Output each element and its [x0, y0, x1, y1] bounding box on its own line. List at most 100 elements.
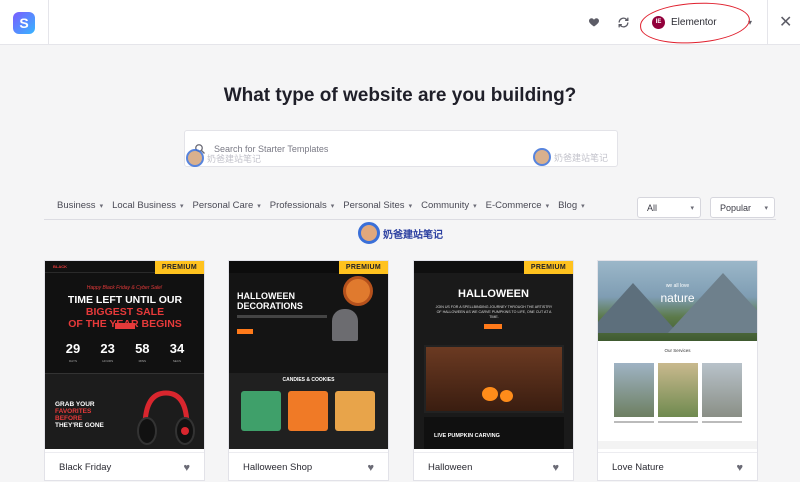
template-card-footer: Love Nature ♥: [598, 452, 757, 482]
preview-kicker: we all love: [665, 283, 690, 289]
watermark: 奶爸建站笔记: [533, 148, 608, 166]
watermark: 奶爸建站笔记: [186, 149, 261, 167]
chevron-down-icon: ▾: [473, 202, 477, 210]
preview-headline: HALLOWEEN DECORATIONS: [237, 291, 303, 311]
pumpkin-image: [500, 390, 513, 402]
preview-subtext: [237, 315, 327, 318]
preview-copy: JOIN US FOR A SPELLBINDING JOURNEY THROU…: [435, 305, 553, 319]
chevron-down-icon: ▾: [257, 202, 261, 210]
template-card-halloween[interactable]: HALLOWEEN JOIN US FOR A SPELLBINDING JOU…: [413, 260, 574, 481]
logo-container: S: [0, 0, 49, 45]
service-image: [702, 363, 742, 417]
preview-section-title: Our Services: [664, 348, 691, 353]
chevron-down-icon: ▾: [581, 202, 585, 210]
template-name: Black Friday: [59, 462, 112, 473]
category-label: Personal Sites: [343, 200, 405, 211]
template-card-footer: Halloween Shop ♥: [229, 452, 388, 482]
category-menu: Business ▾ Local Business ▾ Personal Care ▾…: [57, 200, 594, 211]
category-item[interactable]: Business ▾: [57, 200, 103, 211]
type-filter-select[interactable]: All ▾: [637, 197, 701, 218]
chevron-down-icon: ▾: [408, 202, 413, 210]
category-item[interactable]: E-Commerce ▾: [486, 200, 549, 211]
preview-live-text: LIVE PUMPKIN CARVING: [434, 433, 500, 439]
product-image: [241, 391, 281, 431]
watermark-text: 奶爸建站笔记: [383, 229, 443, 241]
chevron-down-icon: ▾: [99, 202, 104, 210]
heart-icon[interactable]: ♥: [736, 462, 743, 474]
heart-icon[interactable]: [585, 13, 603, 31]
template-name: Love Nature: [612, 462, 664, 473]
category-item[interactable]: Blog ▾: [558, 200, 585, 211]
watermark-text: 奶爸建站笔记: [554, 152, 609, 163]
chevron-down-icon: ▾: [690, 204, 694, 212]
heart-icon[interactable]: ♥: [552, 462, 559, 474]
template-preview[interactable]: BLACK Happy Black Friday & Cyber Sale! T…: [45, 261, 204, 449]
page-title: What type of website are you building?: [223, 85, 577, 106]
heart-icon[interactable]: ♥: [367, 462, 374, 474]
tombstone-image: [332, 309, 358, 341]
close-icon[interactable]: ✕: [779, 12, 792, 32]
type-filter-value: All: [647, 202, 658, 213]
starter-templates-logo[interactable]: S: [13, 11, 35, 34]
template-preview[interactable]: we all love nature Our Services: [598, 261, 757, 449]
top-bar: S IE Elementor ▾ ✕: [0, 0, 800, 46]
category-label: Business: [57, 200, 96, 211]
template-name: Halloween Shop: [243, 462, 313, 473]
heart-icon[interactable]: ♥: [183, 462, 190, 474]
category-item[interactable]: Local Business ▾: [112, 200, 183, 211]
preview-logo: BLACK: [53, 264, 67, 269]
sort-value: Popular: [720, 202, 752, 213]
category-label: Blog: [558, 200, 578, 211]
template-card-halloween-shop[interactable]: HALLOWEEN DECORATIONS CANDIES & COOKIES …: [228, 260, 389, 481]
preview-countdown: 29 DAYS 23 HOURS 58 MINS 34 SECS: [61, 341, 189, 363]
category-label: Professionals: [269, 200, 327, 211]
template-preview[interactable]: HALLOWEEN DECORATIONS CANDIES & COOKIES: [229, 261, 388, 449]
category-item[interactable]: Community ▾: [421, 200, 477, 211]
category-label: Personal Care: [192, 200, 254, 211]
product-image: [335, 391, 375, 431]
template-preview[interactable]: HALLOWEEN JOIN US FOR A SPELLBINDING JOU…: [414, 261, 573, 449]
template-card-love-nature[interactable]: we all love nature Our Services Love Nat…: [597, 260, 758, 481]
headphones-image: [137, 390, 195, 445]
service-image: [658, 363, 698, 417]
premium-badge: PREMIUM: [523, 261, 573, 274]
chevron-down-icon: ▾: [330, 202, 335, 210]
divider: [767, 0, 768, 45]
category-label: Community: [421, 200, 470, 211]
template-name: Halloween: [428, 462, 473, 473]
category-label: E-Commerce: [485, 200, 542, 211]
watermark-text: 奶爸建站笔记: [207, 153, 262, 164]
template-card-black-friday[interactable]: BLACK Happy Black Friday & Cyber Sale! T…: [44, 260, 205, 481]
cookie-image: [343, 276, 373, 306]
preview-script-text: Happy Black Friday & Cyber Sale!: [86, 285, 163, 291]
premium-badge: PREMIUM: [338, 261, 388, 274]
template-card-footer: Black Friday ♥: [45, 452, 204, 482]
preview-button: [237, 329, 253, 334]
premium-badge: PREMIUM: [154, 261, 204, 274]
category-label: Local Business: [112, 200, 176, 211]
pumpkin-photo: [424, 345, 564, 413]
template-card-footer: Halloween ♥: [414, 452, 573, 482]
category-item[interactable]: Personal Sites ▾: [343, 200, 412, 211]
preview-headline: nature: [660, 291, 695, 305]
category-item[interactable]: Professionals ▾: [270, 200, 335, 211]
countdown-minutes: 58 MINS: [135, 341, 150, 363]
countdown-hours: 23 HOURS: [100, 341, 115, 363]
service-image: [614, 363, 654, 417]
sync-icon[interactable]: [614, 13, 632, 31]
category-item[interactable]: Personal Care ▾: [193, 200, 261, 211]
chevron-down-icon: ▾: [764, 204, 768, 212]
sort-select[interactable]: Popular ▾: [710, 197, 775, 218]
countdown-days: 29 DAYS: [65, 341, 81, 363]
preview-section-title: CANDIES & COOKIES: [282, 377, 335, 383]
chevron-down-icon: ▾: [545, 202, 550, 210]
watermark-avatar-icon: [186, 149, 204, 167]
divider: [44, 219, 776, 220]
watermark: 奶爸建站笔记: [358, 222, 443, 244]
preview-grab-text: GRAB YOUR FAVORITES BEFORE THEY'RE GONE: [55, 401, 104, 429]
watermark-avatar-icon: [358, 222, 380, 244]
red-annotation-circle: [639, 0, 751, 46]
chevron-down-icon: ▾: [179, 202, 184, 210]
countdown-seconds: 34 SECS: [169, 341, 185, 363]
watermark-avatar-icon: [533, 148, 551, 166]
